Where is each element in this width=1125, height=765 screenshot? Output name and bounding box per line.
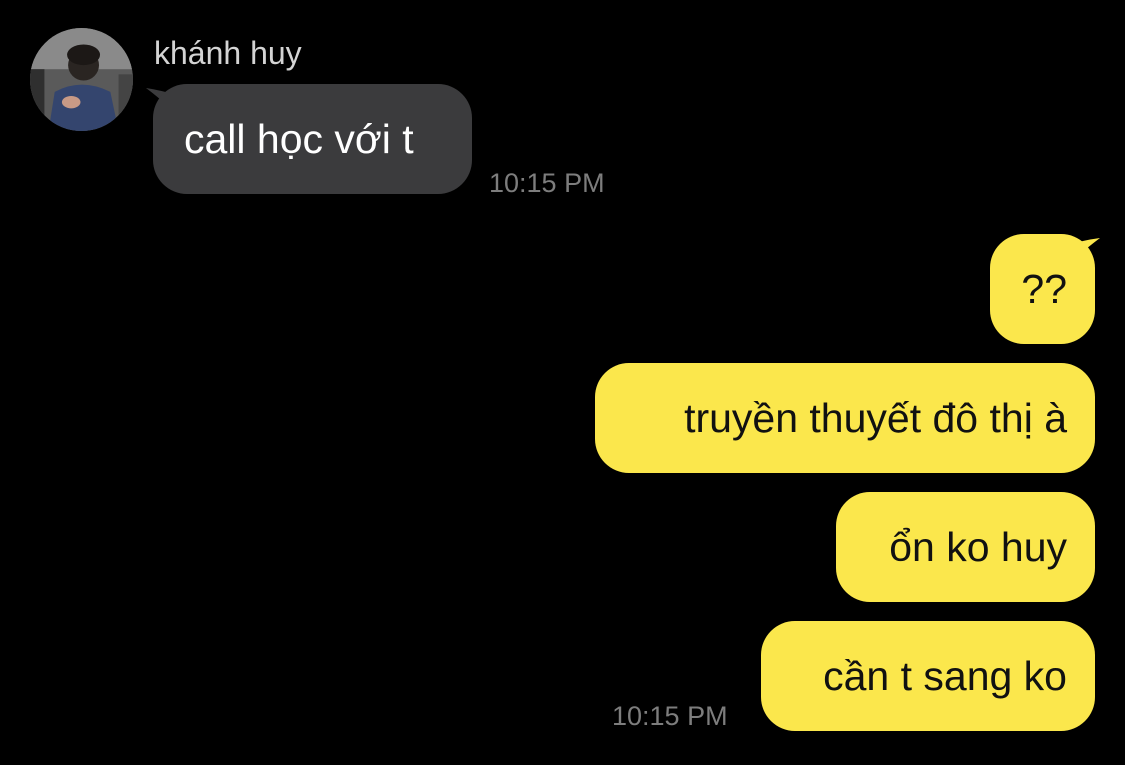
outgoing-timestamp: 10:15 PM: [612, 701, 728, 731]
outgoing-message-bubble[interactable]: ổn ko huy: [836, 492, 1095, 602]
outgoing-message-text: truyền thuyết đô thị à: [684, 394, 1067, 441]
outgoing-message-bubble[interactable]: truyền thuyết đô thị à: [595, 363, 1095, 473]
outgoing-message-text: ổn ko huy: [889, 523, 1067, 570]
contact-avatar[interactable]: [30, 28, 133, 131]
sender-name: khánh huy: [154, 35, 302, 71]
outgoing-message-text: ??: [1021, 265, 1067, 312]
incoming-timestamp: 10:15 PM: [489, 168, 605, 198]
incoming-message-text: call học với t: [184, 115, 414, 162]
avatar-photo-icon: [30, 28, 133, 131]
outgoing-message-text: cần t sang ko: [823, 652, 1067, 699]
incoming-message-bubble[interactable]: call học với t: [153, 84, 472, 194]
outgoing-message-bubble[interactable]: cần t sang ko: [761, 621, 1095, 731]
outgoing-message-bubble[interactable]: ??: [990, 234, 1095, 344]
